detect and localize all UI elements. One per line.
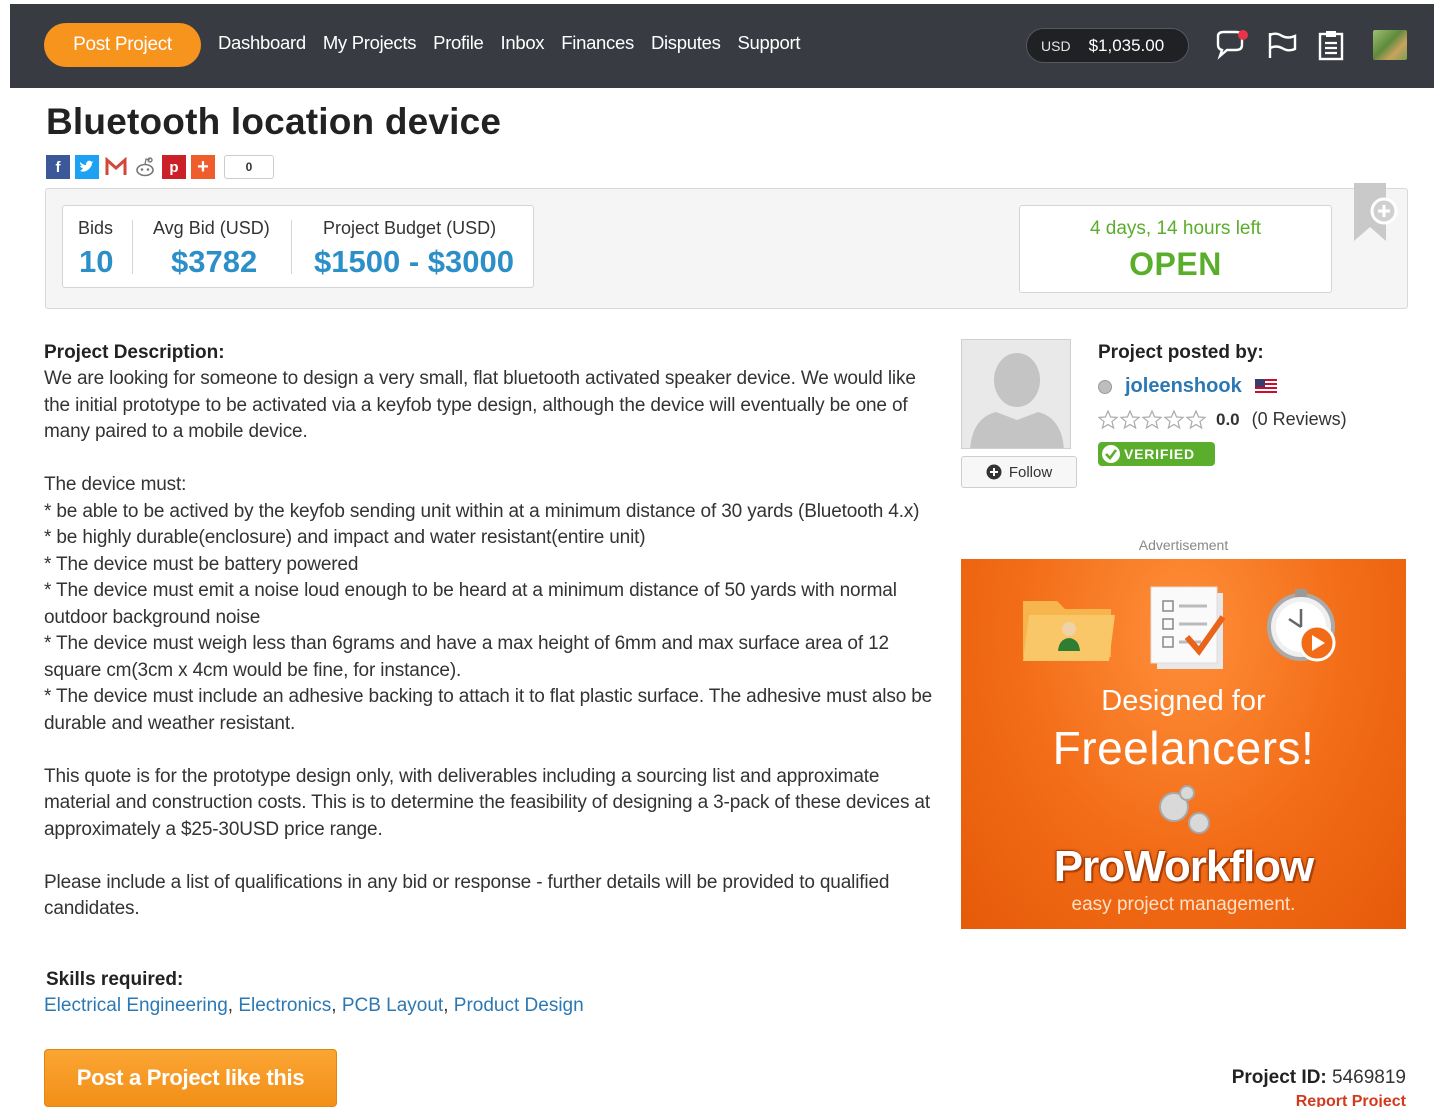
project-status-box: 4 days, 14 hours left OPEN (1019, 205, 1332, 293)
folder-user-icon (1023, 601, 1115, 661)
description-line: * The device must emit a noise loud enou… (44, 580, 897, 628)
balance-currency: USD (1041, 37, 1071, 54)
budget-stat: Project Budget (USD) $1500 - $3000 (314, 206, 524, 287)
chat-notification-icon[interactable] (1212, 26, 1250, 64)
project-stats-panel: Bids 10 Avg Bid (USD) $3782 Project Budg… (45, 188, 1408, 309)
user-avatar[interactable] (1373, 30, 1407, 60)
balance-amount: $1,035.00 (1088, 35, 1165, 55)
twitter-icon[interactable] (75, 155, 99, 179)
project-title: Bluetooth location device (46, 101, 502, 142)
description-line: * The device must include an adhesive ba… (44, 686, 933, 734)
online-status-icon (1098, 379, 1112, 394)
project-id: Project ID: 5469819 (1232, 1067, 1406, 1089)
advertisement-banner[interactable]: Designed for Freelancers! ProWorkflow ea… (961, 559, 1406, 929)
nav-support[interactable]: Support (738, 32, 801, 54)
verified-badge: VERIFIED (1098, 442, 1215, 466)
review-count: (0 Reviews) (1251, 409, 1347, 429)
skill-link[interactable]: Electrical Engineering (44, 995, 228, 1016)
post-project-button[interactable]: Post Project (44, 23, 201, 67)
project-description: We are looking for someone to design a v… (44, 366, 944, 923)
divider (291, 220, 292, 274)
description-line: The device must: (44, 474, 187, 495)
nav-links: Dashboard My Projects Profile Inbox Fina… (218, 32, 801, 54)
checklist-icon (1150, 586, 1226, 669)
bookmark-add-icon[interactable] (1352, 183, 1398, 243)
project-id-value: 5469819 (1332, 1067, 1406, 1088)
bids-stat: Bids 10 (78, 206, 134, 287)
poster-rating: 0.0 (0 Reviews) (1098, 409, 1347, 430)
star-rating-icon (1098, 409, 1207, 429)
status-badge: OPEN (1129, 246, 1222, 282)
report-project-link[interactable]: Report Project (1296, 1093, 1406, 1107)
nav-dashboard[interactable]: Dashboard (218, 32, 306, 54)
gears-icon (1159, 785, 1210, 834)
ad-label: Advertisement (1138, 537, 1229, 553)
ad-headline-2: Freelancers! (1052, 722, 1315, 774)
ad-tagline: easy project management. (1071, 894, 1296, 915)
divider (132, 220, 133, 274)
rating-score: 0.0 (1216, 409, 1240, 429)
avg-bid-stat: Avg Bid (USD) $3782 (153, 206, 293, 287)
stopwatch-icon (1267, 589, 1336, 662)
share-count: 0 (224, 155, 274, 179)
nav-finances[interactable]: Finances (561, 32, 634, 54)
budget-value: $1500 - $3000 (314, 244, 514, 279)
follow-label: Follow (1008, 463, 1053, 481)
skills-heading: Skills required: (46, 969, 184, 990)
avg-bid-label: Avg Bid (USD) (153, 218, 270, 238)
time-left: 4 days, 14 hours left (1089, 218, 1262, 239)
bid-stats: Bids 10 Avg Bid (USD) $3782 Project Budg… (62, 205, 534, 288)
verified-check-icon (1098, 442, 1124, 466)
top-navbar: Post Project Dashboard My Projects Profi… (10, 4, 1434, 88)
reddit-icon[interactable] (133, 155, 157, 179)
description-heading: Project Description: (44, 342, 225, 363)
description-paragraph: This quote is for the prototype design o… (44, 765, 930, 840)
avg-bid-value: $3782 (171, 244, 258, 279)
nav-disputes[interactable]: Disputes (651, 32, 721, 54)
description-paragraph: We are looking for someone to design a v… (44, 368, 916, 442)
facebook-icon[interactable]: f (46, 155, 70, 179)
nav-my-projects[interactable]: My Projects (323, 32, 417, 54)
more-share-icon[interactable]: + (191, 155, 215, 179)
us-flag-icon (1254, 379, 1277, 394)
description-line: * be able to be actived by the keyfob se… (44, 500, 920, 522)
nav-inbox[interactable]: Inbox (501, 32, 545, 54)
project-id-label: Project ID: (1231, 1067, 1327, 1088)
description-line: * The device must weigh less than 6grams… (44, 633, 889, 681)
budget-label: Project Budget (USD) (323, 218, 497, 238)
ad-brand-logo: ProWorkflow (1053, 842, 1315, 891)
plus-circle-icon (986, 464, 1002, 480)
flag-icon[interactable] (1263, 26, 1301, 64)
skill-link[interactable]: PCB Layout (342, 995, 443, 1016)
share-bar: f p + 0 (46, 155, 274, 179)
description-line: * The device must be battery powered (44, 553, 359, 575)
skill-link[interactable]: Electronics (238, 995, 331, 1016)
default-avatar-icon (962, 340, 1070, 448)
gmail-icon[interactable] (104, 155, 128, 179)
bids-label: Bids (78, 218, 114, 238)
nav-profile[interactable]: Profile (433, 32, 484, 54)
description-line: * be highly durable(enclosure) and impac… (44, 527, 646, 548)
account-balance[interactable]: USD $1,035.00 (1026, 28, 1189, 63)
bids-value: 10 (79, 244, 114, 279)
poster-username[interactable]: joleenshook (1125, 375, 1242, 398)
poster-identity: joleenshook (1098, 375, 1277, 398)
skills-list: Electrical Engineering, Electronics, PCB… (44, 995, 584, 1016)
poster-avatar[interactable] (961, 339, 1071, 449)
follow-button[interactable]: Follow (961, 456, 1077, 488)
pinterest-icon[interactable]: p (162, 155, 186, 179)
posted-by-heading: Project posted by: (1098, 342, 1264, 363)
post-similar-project-button[interactable]: Post a Project like this (44, 1049, 337, 1107)
description-paragraph: Please include a list of qualifications … (44, 871, 890, 920)
ad-headline-1: Designed for (1101, 685, 1266, 717)
clipboard-icon[interactable] (1312, 26, 1350, 64)
skill-link[interactable]: Product Design (454, 995, 584, 1016)
verified-label: VERIFIED (1124, 446, 1195, 462)
